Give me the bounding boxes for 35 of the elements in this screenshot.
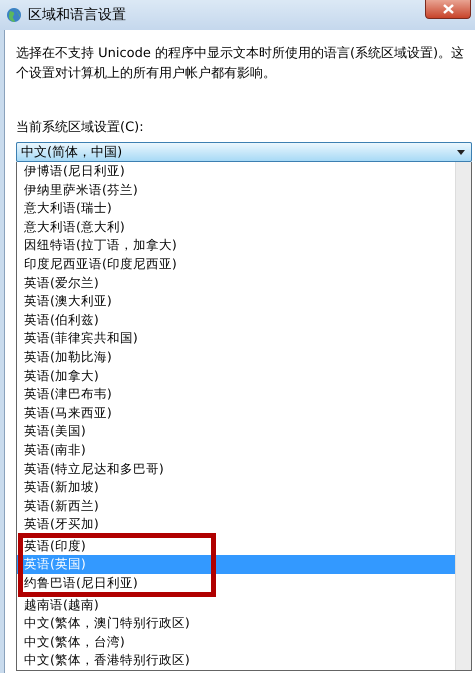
locale-label: 当前系统区域设置(C): (16, 119, 145, 136)
dropdown-option[interactable]: 中文(繁体，香港特别行政区) (17, 651, 455, 670)
dropdown-option[interactable]: 印度尼西亚语(印度尼西亚) (17, 254, 455, 274)
globe-icon (6, 7, 22, 23)
dropdown-option[interactable]: 英语(印度) (17, 536, 455, 556)
dropdown-option[interactable]: 英语(伯利兹) (17, 310, 455, 330)
dropdown-option[interactable]: 英语(新西兰) (17, 496, 455, 516)
dropdown-option[interactable]: 中文(繁体，澳门特别行政区) (17, 614, 455, 633)
dropdown-option[interactable]: 英语(澳大利亚) (17, 292, 455, 311)
dropdown-option[interactable]: 英语(津巴布韦) (17, 385, 455, 404)
close-button[interactable] (425, 0, 471, 19)
dropdown-option[interactable]: 英语(美国) (17, 422, 455, 441)
description-text: 选择在不支持 Unicode 的程序中显示文本时所使用的语言(系统区域设置)。这个设置对计算机上的所有用户帐户都有影响。 (16, 45, 466, 83)
dropdown-option[interactable]: 因纽特语(拉丁语，加拿大) (17, 236, 455, 255)
dropdown-option[interactable]: 英语(加拿大) (17, 366, 455, 386)
dropdown-option[interactable]: 英语(爱尔兰) (17, 274, 455, 292)
dropdown-option[interactable]: 英语(南非) (17, 440, 455, 460)
dropdown-option[interactable]: 英语(新加坡) (17, 478, 455, 497)
locale-dropdown[interactable]: 中文(简体，中国) (16, 142, 472, 162)
dropdown-option[interactable]: 越南语(越南) (17, 596, 455, 614)
dropdown-option[interactable]: 英语(牙买加) (17, 515, 455, 534)
dropdown-option[interactable]: 伊纳里萨米语(芬兰) (17, 180, 455, 200)
caret-icon (457, 150, 465, 154)
dropdown-option[interactable]: 约鲁巴语(尼日利亚) (17, 574, 455, 593)
dropdown-option[interactable]: 英语(菲律宾共和国) (17, 329, 455, 348)
dropdown-option[interactable]: 英语(马来西亚) (17, 404, 455, 422)
dropdown-option[interactable]: 意大利语(瑞士) (17, 199, 455, 218)
window-title: 区域和语言设置 (28, 6, 126, 24)
dropdown-option[interactable]: 英语(特立尼达和多巴哥) (17, 460, 455, 478)
dropdown-option[interactable]: 意大利语(意大利) (17, 218, 455, 236)
dropdown-value: 中文(简体，中国) (21, 144, 122, 161)
dropdown-option[interactable]: 伊博语(尼日利亚) (17, 162, 455, 181)
dropdown-option[interactable]: 中文(繁体，台湾) (17, 632, 455, 652)
dropdown-option[interactable]: 英语(加勒比海) (17, 348, 455, 367)
close-icon (442, 4, 454, 14)
